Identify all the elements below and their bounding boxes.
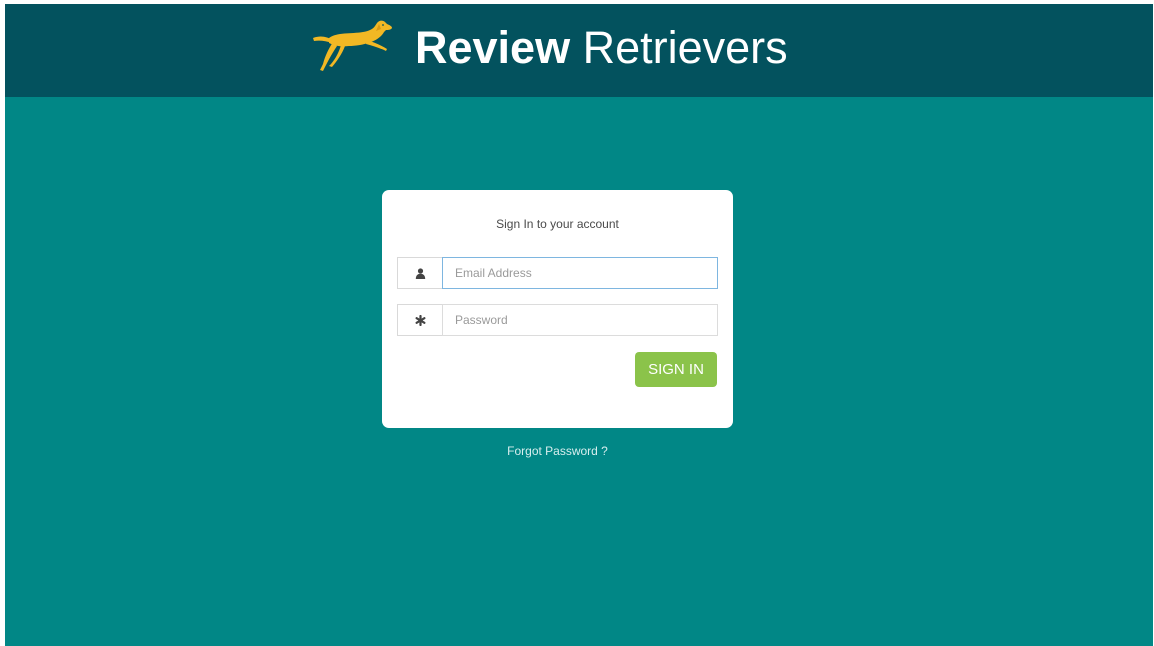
app-header: Review Retrievers bbox=[5, 4, 1153, 97]
login-card: Sign In to your account Email Address SI… bbox=[382, 190, 733, 428]
email-input[interactable] bbox=[442, 257, 718, 289]
asterisk-icon bbox=[397, 304, 442, 336]
login-title: Sign In to your account bbox=[496, 217, 619, 231]
user-icon bbox=[397, 257, 442, 289]
page-background: Review Retrievers Sign In to your accoun… bbox=[5, 4, 1153, 646]
password-input[interactable] bbox=[442, 304, 718, 336]
forgot-password-link[interactable]: Forgot Password ? bbox=[382, 444, 733, 458]
brand-title-light: Retrievers bbox=[570, 22, 788, 73]
email-field-group bbox=[397, 257, 718, 289]
sign-in-button[interactable]: SIGN IN bbox=[635, 352, 717, 387]
brand-title-bold: Review bbox=[415, 22, 571, 73]
leaping-dog-logo-icon bbox=[313, 20, 392, 71]
password-field-group bbox=[397, 304, 718, 336]
brand-title: Review Retrievers bbox=[415, 20, 788, 76]
